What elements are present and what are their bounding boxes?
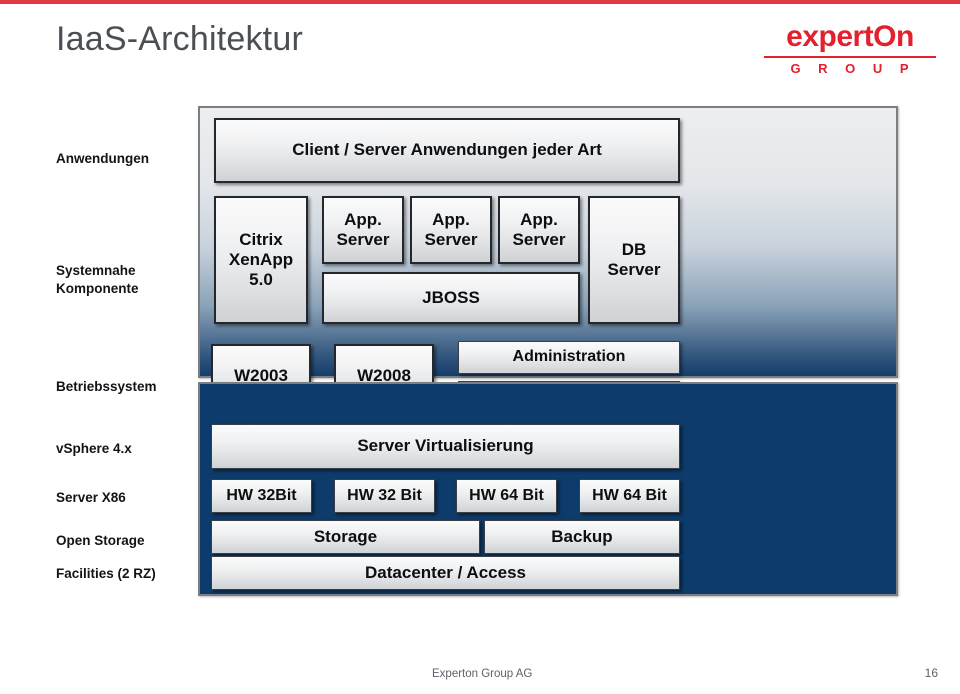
box-hw-64bit-1[interactable]: HW 64 Bit <box>456 479 557 513</box>
logo-subtitle: G R O U P <box>790 61 916 76</box>
row-label-facilities: Facilities (2 RZ) <box>56 566 156 581</box>
box-hw-64bit-2[interactable]: HW 64 Bit <box>579 479 680 513</box>
box-citrix-xenapp[interactable]: Citrix XenApp 5.0 <box>214 196 308 324</box>
box-db-server[interactable]: DB Server <box>588 196 680 324</box>
page-title: IaaS-Architektur <box>56 20 303 58</box>
box-app-server-3[interactable]: App. Server <box>498 196 580 264</box>
box-server-virtualisierung[interactable]: Server Virtualisierung <box>211 424 680 469</box>
footer-page-number: 16 <box>924 666 938 680</box>
row-label-systemnahe: Systemnahe Komponente <box>56 263 139 297</box>
box-app-server-1[interactable]: App. Server <box>322 196 404 264</box>
row-label-open-storage: Open Storage <box>56 533 145 548</box>
row-label-server-x86: Server X86 <box>56 490 126 505</box>
footer-company: Experton Group AG <box>432 668 533 680</box>
box-backup[interactable]: Backup <box>484 520 680 554</box>
row-label-anwendungen: Anwendungen <box>56 151 149 166</box>
box-app-server-2[interactable]: App. Server <box>410 196 492 264</box>
logo-wordmark: expertOn <box>786 20 914 53</box>
row-label-betriebssystem: Betriebssystem <box>56 379 157 394</box>
box-hw-32bit-1[interactable]: HW 32Bit <box>211 479 312 513</box>
box-storage[interactable]: Storage <box>211 520 480 554</box>
box-datacenter-access[interactable]: Datacenter / Access <box>211 556 680 590</box>
box-administration[interactable]: Administration <box>458 341 680 374</box>
box-jboss[interactable]: JBOSS <box>322 272 580 324</box>
top-accent-rule <box>0 0 960 4</box>
experton-group-logo: expertOn G R O U P <box>762 22 938 76</box>
row-label-vsphere: vSphere 4.x <box>56 441 132 456</box>
box-hw-32bit-2[interactable]: HW 32 Bit <box>334 479 435 513</box>
logo-divider <box>764 56 936 58</box>
box-client-server-anwendungen[interactable]: Client / Server Anwendungen jeder Art <box>214 118 680 183</box>
